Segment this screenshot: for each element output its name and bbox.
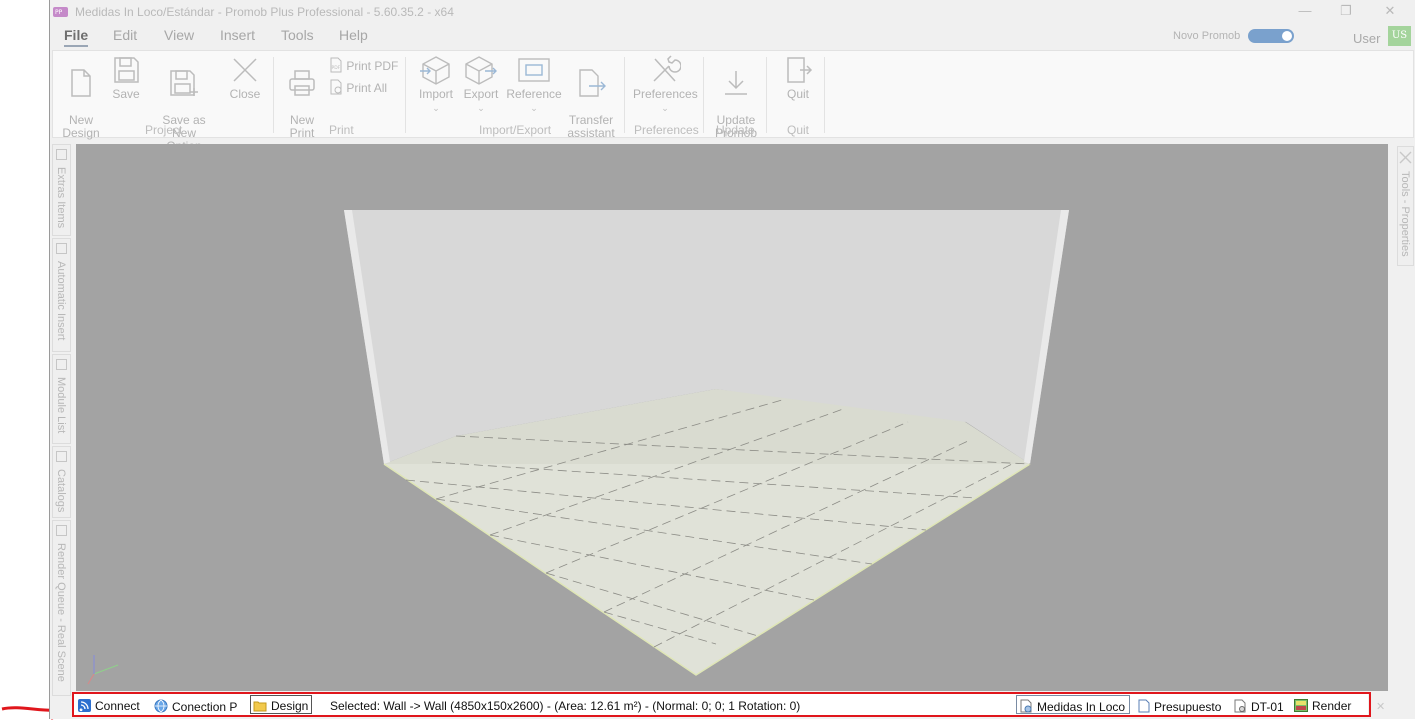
title-bar: PP Medidas In Loco/Estándar - Promob Plu… (50, 0, 1415, 24)
floppy-icon (114, 57, 139, 83)
chevron-down-icon: ⌄ (661, 103, 669, 113)
import-button[interactable]: Import ⌄ (415, 55, 457, 115)
insert-icon (56, 243, 67, 254)
tab-catalogs[interactable]: Catalogs (52, 446, 71, 518)
print-all-button[interactable]: Print All (329, 79, 387, 95)
tab-render-queue[interactable]: Render Queue - Real Scene (52, 520, 71, 696)
save-button[interactable]: Save (111, 55, 141, 101)
menu-insert[interactable]: Insert (220, 27, 255, 43)
printer-icon (289, 70, 315, 96)
ribbon-separator (703, 57, 704, 133)
chevron-down-icon: ⌄ (477, 103, 485, 113)
close-design-button[interactable]: Close (227, 55, 263, 101)
new-document-icon (71, 69, 91, 97)
axis-gizmo (87, 655, 119, 685)
print-pdf-button[interactable]: PDF Print PDF (329, 57, 398, 73)
pdf-icon: PDF (330, 57, 342, 73)
save-as-new-option-button[interactable]: Save as New Option (149, 55, 219, 153)
tab-automatic-insert[interactable]: Automatic Insert (52, 238, 71, 352)
group-label-preferences: Preferences (634, 123, 699, 137)
new-print-button[interactable]: New Print (285, 55, 319, 140)
group-label-print: Print (329, 123, 354, 137)
tools-icon (653, 55, 681, 82)
close-button[interactable]: ✕ (1380, 3, 1400, 19)
novo-promob-label: Novo Promob (1173, 30, 1241, 42)
floppy-plus-icon (170, 70, 198, 96)
ribbon-separator (405, 57, 406, 133)
catalog-icon (56, 451, 67, 462)
quit-button[interactable]: Quit (781, 55, 815, 101)
ribbon-separator (824, 57, 825, 133)
avatar[interactable]: US (1388, 26, 1411, 46)
window-title: Medidas In Loco/Estándar - Promob Plus P… (75, 5, 454, 19)
import-cube-icon (420, 56, 450, 85)
tab-extras-items[interactable]: Extras Items (52, 144, 71, 236)
new-design-button[interactable]: New Design (61, 55, 101, 140)
promob-logo-icon: PP (53, 7, 68, 17)
print-all-icon (330, 79, 342, 95)
menu-view[interactable]: View (164, 27, 194, 43)
minimize-button[interactable]: — (1295, 3, 1315, 19)
ribbon-separator (273, 57, 274, 133)
group-label-update: Update (716, 123, 755, 137)
ribbon-separator (766, 57, 767, 133)
left-dock-tabs: Extras Items Automatic Insert Module Lis… (52, 144, 72, 696)
quit-icon (787, 57, 813, 83)
ribbon: New Design Save Save as New Option Close… (52, 50, 1414, 153)
group-label-project: Project (145, 123, 183, 137)
menu-file[interactable]: File (64, 27, 89, 47)
ribbon-separator (624, 57, 625, 133)
tab-module-list[interactable]: Module List (52, 354, 71, 444)
tools-icon (1399, 151, 1412, 164)
preferences-button[interactable]: Preferences ⌄ (633, 55, 698, 115)
menu-help[interactable]: Help (339, 27, 368, 43)
export-button[interactable]: Export ⌄ (461, 55, 501, 115)
close-icon[interactable]: ✕ (1376, 700, 1385, 713)
reference-button[interactable]: Reference ⌄ (505, 55, 563, 115)
transfer-icon (579, 69, 606, 97)
floor-plane (384, 464, 1030, 675)
restore-button[interactable]: ❐ (1336, 3, 1356, 19)
reference-icon (518, 58, 550, 82)
export-cube-icon (465, 56, 497, 85)
extras-icon (56, 149, 67, 160)
highlight-frame (72, 692, 1371, 717)
download-icon (725, 71, 747, 95)
svg-text:PDF: PDF (332, 65, 341, 71)
svg-text:PP: PP (55, 9, 63, 16)
transfer-assistant-button[interactable]: Transfer assistant (565, 55, 617, 140)
app-window: PP Medidas In Loco/Estándar - Promob Plu… (49, 0, 1415, 719)
room-scene (87, 210, 1069, 685)
list-icon (56, 359, 67, 370)
chevron-down-icon: ⌄ (432, 103, 440, 113)
chevron-down-icon: ⌄ (530, 103, 538, 113)
novo-promob-toggle[interactable] (1248, 29, 1294, 43)
close-icon (233, 58, 257, 82)
menu-tools[interactable]: Tools (281, 27, 314, 43)
menu-edit[interactable]: Edit (113, 27, 137, 43)
group-label-import-export: Import/Export (479, 123, 552, 137)
user-label: User (1353, 31, 1381, 46)
group-label-quit: Quit (787, 123, 810, 137)
tab-tools-properties[interactable]: Tools - Properties (1397, 146, 1414, 266)
3d-viewport[interactable] (76, 144, 1388, 691)
render-icon (56, 525, 67, 536)
